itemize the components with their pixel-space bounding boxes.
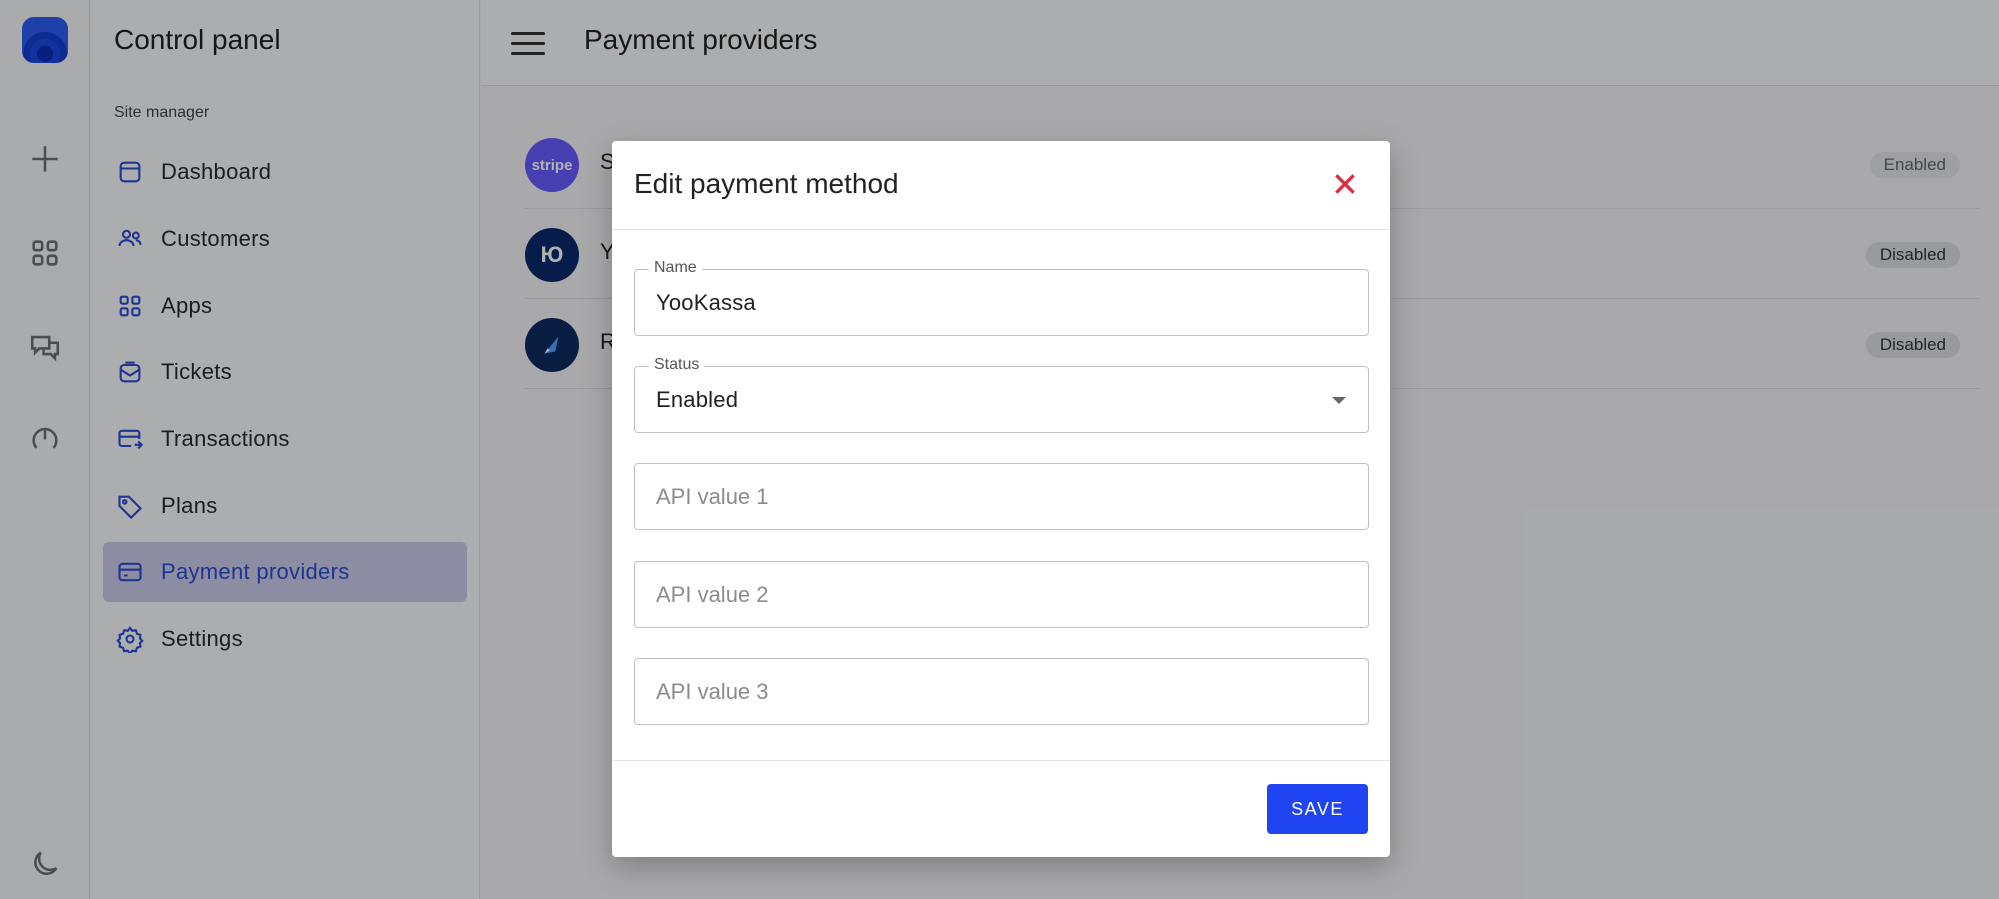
chevron-down-icon: [1332, 397, 1346, 404]
dialog-header: Edit payment method: [612, 141, 1390, 230]
name-field-label: Name: [649, 259, 702, 277]
dialog-title: Edit payment method: [634, 168, 899, 199]
name-field[interactable]: Name YooKassa: [634, 259, 1369, 336]
save-button[interactable]: SAVE: [1267, 784, 1368, 834]
name-field-value: YooKassa: [656, 290, 756, 315]
status-field-value: Enabled: [656, 387, 739, 412]
edit-payment-method-dialog: Edit payment method Name YooKassa Status…: [612, 141, 1390, 857]
dialog-footer: SAVE: [612, 760, 1390, 857]
api-value-3-field[interactable]: [634, 658, 1369, 725]
api-value-3-input[interactable]: [635, 659, 1368, 724]
api-value-1-field[interactable]: [634, 463, 1369, 530]
api-value-1-input[interactable]: [635, 464, 1368, 529]
status-select[interactable]: Status Enabled: [634, 356, 1369, 433]
api-value-2-field[interactable]: [634, 561, 1369, 628]
status-field-label: Status: [649, 356, 705, 374]
api-value-2-input[interactable]: [635, 562, 1368, 627]
close-icon[interactable]: [1328, 167, 1362, 201]
